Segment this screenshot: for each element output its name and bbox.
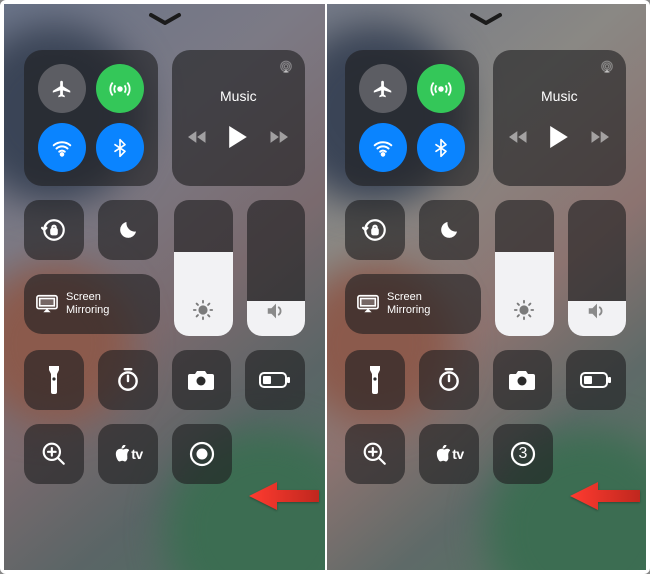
screen-mirroring-label: Screen Mirroring <box>387 291 430 317</box>
screen-record-button[interactable] <box>172 424 232 484</box>
wifi-toggle[interactable] <box>38 123 86 172</box>
cellular-data-toggle[interactable] <box>96 64 144 113</box>
callout-arrow-icon <box>249 482 319 510</box>
brightness-slider[interactable] <box>495 200 554 336</box>
apple-tv-label: tv <box>452 446 463 462</box>
previous-track-button[interactable] <box>188 129 208 150</box>
timer-button[interactable] <box>419 350 479 410</box>
magnifier-button[interactable] <box>345 424 405 484</box>
brightness-icon <box>513 299 535 326</box>
screen-record-button[interactable]: 3 <box>493 424 553 484</box>
wifi-toggle[interactable] <box>359 123 407 172</box>
now-playing-card[interactable]: Music <box>493 50 626 186</box>
brightness-slider[interactable] <box>174 200 233 336</box>
orientation-lock-button[interactable] <box>24 200 84 260</box>
airplane-mode-toggle[interactable] <box>359 64 407 113</box>
airplane-mode-toggle[interactable] <box>38 64 86 113</box>
next-track-button[interactable] <box>268 129 288 150</box>
flashlight-button[interactable] <box>24 350 84 410</box>
panel-divider <box>325 0 327 574</box>
music-title-label: Music <box>541 88 578 104</box>
music-title-label: Music <box>220 88 257 104</box>
flashlight-button[interactable] <box>345 350 405 410</box>
do-not-disturb-button[interactable] <box>419 200 479 260</box>
apple-tv-remote-button[interactable]: tv <box>98 424 158 484</box>
volume-slider[interactable] <box>247 200 306 336</box>
low-power-mode-button[interactable] <box>245 350 305 410</box>
callout-arrow-icon <box>570 482 640 510</box>
play-button[interactable] <box>549 126 569 153</box>
dismiss-chevron-icon[interactable] <box>148 12 182 31</box>
orientation-lock-button[interactable] <box>345 200 405 260</box>
do-not-disturb-button[interactable] <box>98 200 158 260</box>
previous-track-button[interactable] <box>509 129 529 150</box>
airplay-audio-icon <box>279 60 293 79</box>
volume-slider[interactable] <box>568 200 627 336</box>
control-center-panel-1: Music <box>4 4 325 570</box>
screen-mirroring-label: Screen Mirroring <box>66 291 109 317</box>
brightness-icon <box>192 299 214 326</box>
dismiss-chevron-icon[interactable] <box>469 12 503 31</box>
camera-button[interactable] <box>493 350 553 410</box>
bluetooth-toggle[interactable] <box>417 123 465 172</box>
now-playing-card[interactable]: Music <box>172 50 305 186</box>
low-power-mode-button[interactable] <box>566 350 626 410</box>
screen-record-countdown-label: 3 <box>519 445 528 463</box>
timer-button[interactable] <box>98 350 158 410</box>
magnifier-button[interactable] <box>24 424 84 484</box>
volume-icon <box>265 301 287 326</box>
bluetooth-toggle[interactable] <box>96 123 144 172</box>
apple-tv-label: tv <box>131 446 142 462</box>
camera-button[interactable] <box>172 350 232 410</box>
next-track-button[interactable] <box>589 129 609 150</box>
cellular-data-toggle[interactable] <box>417 64 465 113</box>
connectivity-card[interactable] <box>345 50 479 186</box>
apple-tv-remote-button[interactable]: tv <box>419 424 479 484</box>
screen-mirroring-button[interactable]: Screen Mirroring <box>345 274 481 334</box>
airplay-audio-icon <box>600 60 614 79</box>
connectivity-card[interactable] <box>24 50 158 186</box>
control-center-panel-2: Music <box>325 4 646 570</box>
play-button[interactable] <box>228 126 248 153</box>
screen-mirroring-button[interactable]: Screen Mirroring <box>24 274 160 334</box>
volume-icon <box>586 301 608 326</box>
